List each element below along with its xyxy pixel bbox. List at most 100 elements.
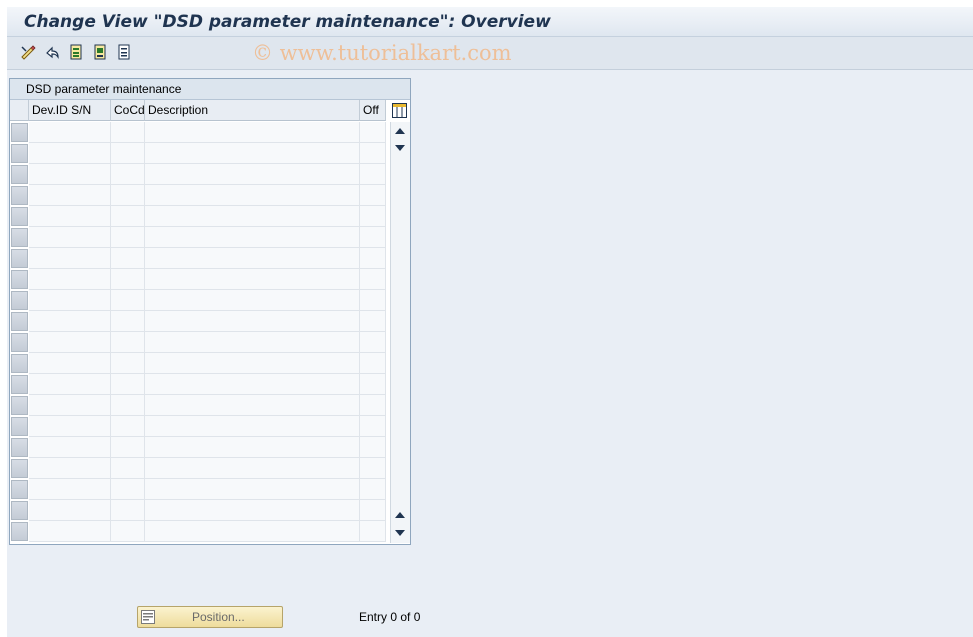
- table-cell[interactable]: [145, 185, 360, 206]
- table-cell[interactable]: [360, 206, 386, 227]
- table-cell[interactable]: [145, 353, 360, 374]
- select-block-icon[interactable]: [91, 43, 109, 61]
- table-cell[interactable]: [360, 374, 386, 395]
- table-cell[interactable]: [111, 248, 145, 269]
- table-cell[interactable]: [145, 416, 360, 437]
- table-cell[interactable]: [145, 479, 360, 500]
- table-cell[interactable]: [29, 353, 111, 374]
- table-cell[interactable]: [145, 437, 360, 458]
- table-cell[interactable]: [29, 185, 111, 206]
- table-cell[interactable]: [145, 206, 360, 227]
- table-cell[interactable]: [145, 332, 360, 353]
- table-cell[interactable]: [111, 458, 145, 479]
- row-selector[interactable]: [11, 144, 28, 163]
- row-selector[interactable]: [11, 249, 28, 268]
- table-cell[interactable]: [145, 521, 360, 542]
- table-cell[interactable]: [29, 311, 111, 332]
- row-selector[interactable]: [11, 438, 28, 457]
- table-cell[interactable]: [145, 395, 360, 416]
- table-cell[interactable]: [111, 269, 145, 290]
- table-settings-icon[interactable]: [391, 101, 408, 119]
- table-cell[interactable]: [29, 500, 111, 521]
- table-cell[interactable]: [360, 479, 386, 500]
- table-cell[interactable]: [145, 311, 360, 332]
- row-selector[interactable]: [11, 417, 28, 436]
- table-cell[interactable]: [145, 500, 360, 521]
- table-cell[interactable]: [360, 143, 386, 164]
- position-button[interactable]: Position...: [137, 606, 283, 628]
- select-all-rows-corner[interactable]: [10, 100, 29, 121]
- table-cell[interactable]: [360, 311, 386, 332]
- table-cell[interactable]: [29, 248, 111, 269]
- table-cell[interactable]: [111, 416, 145, 437]
- row-selector[interactable]: [11, 375, 28, 394]
- table-cell[interactable]: [111, 311, 145, 332]
- row-selector[interactable]: [11, 291, 28, 310]
- row-selector[interactable]: [11, 501, 28, 520]
- table-cell[interactable]: [360, 353, 386, 374]
- table-cell[interactable]: [145, 248, 360, 269]
- deselect-all-icon[interactable]: [115, 43, 133, 61]
- table-cell[interactable]: [29, 416, 111, 437]
- table-cell[interactable]: [29, 122, 111, 143]
- page-up-icon[interactable]: [395, 512, 405, 518]
- table-cell[interactable]: [111, 374, 145, 395]
- table-cell[interactable]: [360, 122, 386, 143]
- row-selector[interactable]: [11, 228, 28, 247]
- table-cell[interactable]: [29, 143, 111, 164]
- table-cell[interactable]: [145, 122, 360, 143]
- column-header-description[interactable]: Description: [145, 100, 360, 121]
- table-cell[interactable]: [111, 332, 145, 353]
- table-cell[interactable]: [29, 206, 111, 227]
- row-selector[interactable]: [11, 333, 28, 352]
- table-cell[interactable]: [360, 290, 386, 311]
- table-cell[interactable]: [111, 122, 145, 143]
- page-down-icon[interactable]: [395, 530, 405, 536]
- row-selector[interactable]: [11, 480, 28, 499]
- table-cell[interactable]: [360, 521, 386, 542]
- table-cell[interactable]: [111, 500, 145, 521]
- table-cell[interactable]: [111, 521, 145, 542]
- row-selector[interactable]: [11, 270, 28, 289]
- table-cell[interactable]: [111, 353, 145, 374]
- row-selector[interactable]: [11, 522, 28, 541]
- table-cell[interactable]: [111, 395, 145, 416]
- row-selector[interactable]: [11, 207, 28, 226]
- table-cell[interactable]: [360, 332, 386, 353]
- table-cell[interactable]: [360, 227, 386, 248]
- table-cell[interactable]: [111, 143, 145, 164]
- row-selector[interactable]: [11, 186, 28, 205]
- table-cell[interactable]: [145, 374, 360, 395]
- scroll-down-icon[interactable]: [395, 145, 405, 151]
- vertical-scrollbar[interactable]: [390, 122, 410, 543]
- table-cell[interactable]: [360, 395, 386, 416]
- row-selector[interactable]: [11, 396, 28, 415]
- undo-icon[interactable]: [43, 43, 61, 61]
- table-cell[interactable]: [145, 458, 360, 479]
- row-selector[interactable]: [11, 123, 28, 142]
- table-cell[interactable]: [360, 500, 386, 521]
- table-cell[interactable]: [29, 395, 111, 416]
- table-cell[interactable]: [111, 227, 145, 248]
- table-cell[interactable]: [145, 164, 360, 185]
- table-cell[interactable]: [29, 521, 111, 542]
- table-cell[interactable]: [29, 164, 111, 185]
- table-cell[interactable]: [29, 269, 111, 290]
- table-cell[interactable]: [29, 437, 111, 458]
- table-cell[interactable]: [29, 332, 111, 353]
- table-cell[interactable]: [145, 227, 360, 248]
- table-cell[interactable]: [29, 458, 111, 479]
- table-cell[interactable]: [111, 479, 145, 500]
- table-cell[interactable]: [360, 269, 386, 290]
- table-cell[interactable]: [111, 164, 145, 185]
- table-cell[interactable]: [111, 206, 145, 227]
- table-cell[interactable]: [360, 458, 386, 479]
- display-change-icon[interactable]: [19, 43, 37, 61]
- table-cell[interactable]: [29, 227, 111, 248]
- table-cell[interactable]: [360, 185, 386, 206]
- row-selector[interactable]: [11, 459, 28, 478]
- table-cell[interactable]: [29, 374, 111, 395]
- column-header-off[interactable]: Off: [360, 100, 386, 121]
- row-selector[interactable]: [11, 165, 28, 184]
- table-cell[interactable]: [111, 185, 145, 206]
